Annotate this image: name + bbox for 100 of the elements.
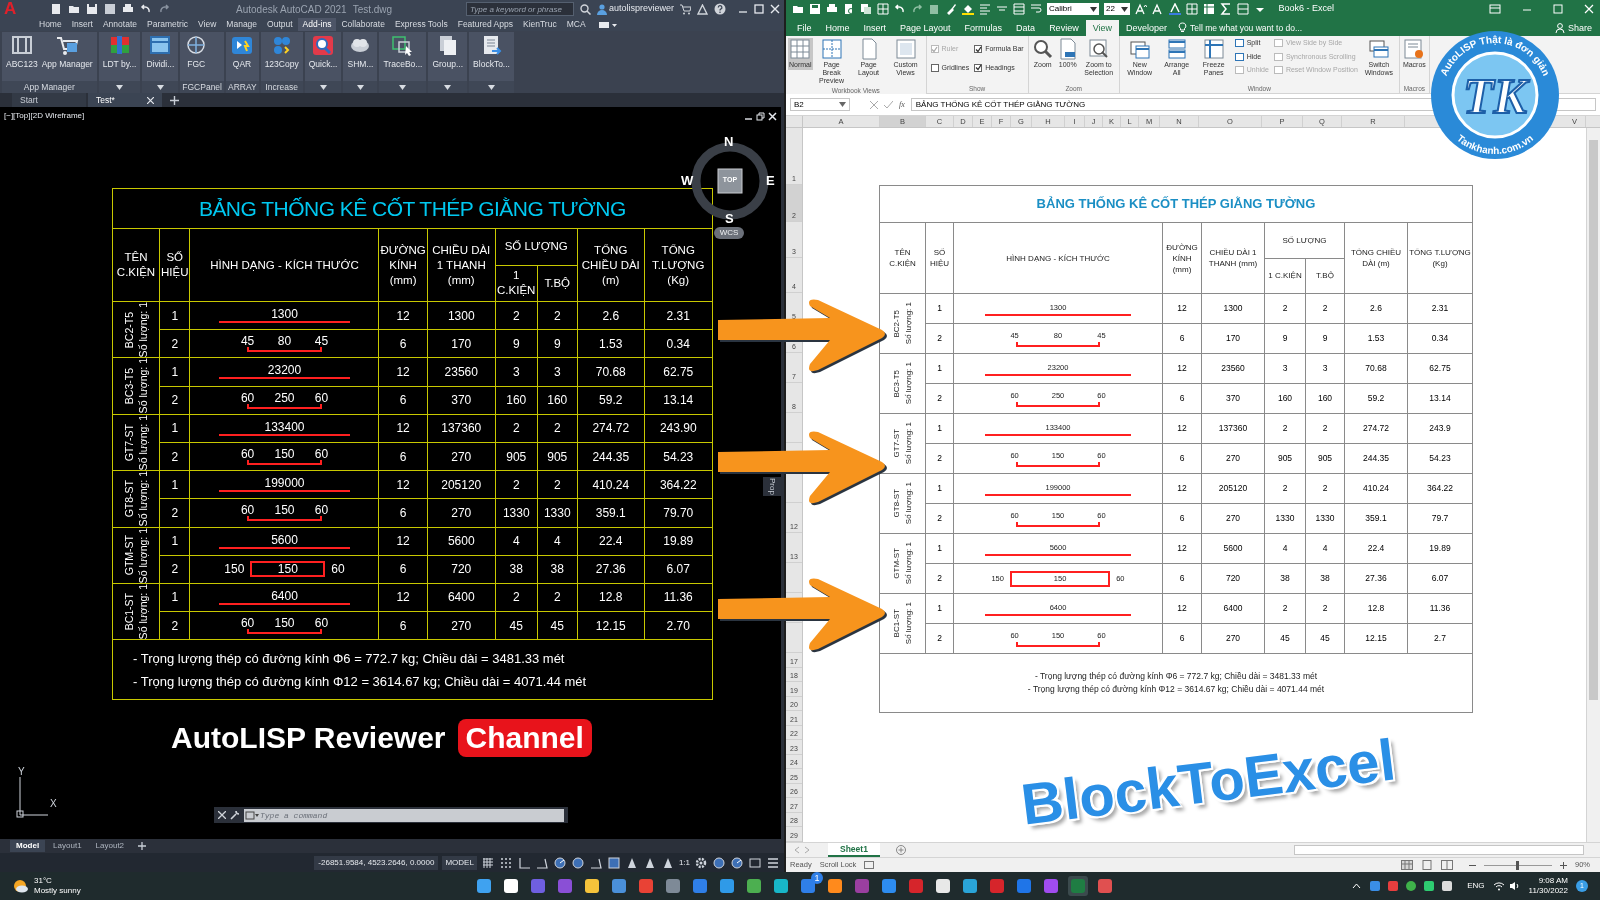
ribbon-tab[interactable]: Review <box>1042 20 1086 36</box>
table-icon[interactable] <box>877 3 889 15</box>
close-icon[interactable] <box>147 96 154 104</box>
ribbon-tab[interactable]: Collaborate <box>336 18 390 31</box>
tell-me-field[interactable]: Tell me what you want to do... <box>1190 20 1302 36</box>
ribbon-tab[interactable]: Manage <box>221 18 263 31</box>
usb-drive-icon[interactable] <box>1441 880 1454 892</box>
open-folder-icon[interactable] <box>792 3 804 15</box>
ribbon-button[interactable]: ABC123 <box>4 34 40 71</box>
save-as-icon[interactable] <box>103 3 116 15</box>
normal-view-icon[interactable] <box>1401 860 1413 870</box>
app-icon[interactable] <box>935 878 951 894</box>
print-icon[interactable] <box>121 3 134 15</box>
ribbon-tab[interactable]: File <box>790 20 819 36</box>
close-icon[interactable] <box>768 111 777 121</box>
redo-icon[interactable] <box>157 3 170 15</box>
insert-function-button[interactable]: fx <box>899 98 905 111</box>
cart-icon[interactable] <box>680 3 691 15</box>
app-icon[interactable] <box>827 878 843 894</box>
wcs-badge[interactable]: WCS <box>714 227 744 239</box>
ribbon-tab[interactable]: Page Layout <box>893 20 958 36</box>
wrench-icon[interactable] <box>230 810 240 820</box>
ribbon-options-icon[interactable] <box>1489 4 1501 14</box>
redo-icon[interactable] <box>911 3 923 15</box>
sheet-tab[interactable]: Sheet1 <box>828 843 880 857</box>
chevron-up-icon[interactable] <box>1352 883 1362 889</box>
ribbon-tab[interactable]: MCA <box>561 18 591 31</box>
properties-tab[interactable]: Prop <box>763 477 781 496</box>
ribbon-tab[interactable]: Home <box>34 18 67 31</box>
fullscreen-icon[interactable] <box>748 855 762 870</box>
font-name-field[interactable]: Calibri <box>1047 3 1099 15</box>
weather-condition[interactable]: Mostly sunny <box>34 886 81 896</box>
save-icon[interactable] <box>85 3 98 15</box>
ribbon-tab[interactable]: Featured Apps <box>452 18 518 31</box>
speaker-icon[interactable] <box>1508 881 1521 891</box>
ribbon-tab[interactable]: Formulas <box>957 20 1010 36</box>
name-box[interactable]: B2 <box>790 98 850 111</box>
document-tab[interactable]: Test* <box>88 93 162 107</box>
search-icon[interactable] <box>579 3 591 15</box>
model-space-button[interactable]: MODEL <box>442 855 477 870</box>
ribbon-tab[interactable]: Output <box>262 18 298 31</box>
close-icon[interactable] <box>218 811 226 819</box>
ribbon-tab[interactable]: Insert <box>66 18 98 31</box>
layout-tab[interactable]: Layout2 <box>89 840 131 852</box>
gear-icon[interactable] <box>694 855 708 870</box>
checkbox[interactable] <box>974 63 983 72</box>
undo-icon[interactable] <box>894 3 906 15</box>
clock-time[interactable]: 9:08 AM <box>1538 876 1568 886</box>
polar-icon[interactable] <box>730 855 744 870</box>
checkbox[interactable] <box>974 45 983 54</box>
zoom-slider-thumb[interactable] <box>1516 860 1520 870</box>
app-icon[interactable] <box>584 878 600 894</box>
ribbon-tab[interactable]: Insert <box>856 20 894 36</box>
bluetooth-icon[interactable] <box>1369 880 1382 892</box>
ribbon-tab[interactable]: Annotate <box>97 18 142 31</box>
app-icon[interactable] <box>1423 880 1436 892</box>
app-icon[interactable] <box>503 878 519 894</box>
help-icon[interactable] <box>714 3 726 15</box>
ribbon-button[interactable]: App Manager <box>39 34 95 71</box>
triangle-icon[interactable] <box>697 3 708 15</box>
vertical-scrollbar[interactable] <box>1586 128 1600 842</box>
save-icon[interactable] <box>809 3 821 15</box>
ribbon-button[interactable]: QAR <box>228 34 256 71</box>
font-color-icon[interactable] <box>1169 3 1181 15</box>
horizontal-scrollbar[interactable] <box>1294 845 1584 855</box>
command-field[interactable]: Type a command <box>260 808 564 822</box>
ribbon-tab[interactable]: Express Tools <box>389 18 453 31</box>
document-tab[interactable]: Start <box>12 93 86 107</box>
fill-color-icon[interactable] <box>962 3 974 15</box>
ribbon-button[interactable]: FGC <box>182 34 211 71</box>
shrink-font-icon[interactable] <box>1152 3 1164 15</box>
open-folder-icon[interactable] <box>67 3 80 15</box>
layout-tab[interactable]: Model <box>10 840 46 852</box>
isolate-icon[interactable] <box>570 855 585 870</box>
ribbon-tab[interactable]: Add-ins <box>297 18 337 31</box>
copy-icon[interactable] <box>860 3 872 15</box>
ribbon-tab[interactable]: View <box>193 18 222 31</box>
wifi-icon[interactable] <box>1492 881 1505 891</box>
ribbon-tab[interactable]: KienTruc <box>518 18 562 31</box>
merge-icon[interactable] <box>1013 3 1025 15</box>
isolate-icon[interactable] <box>712 855 726 870</box>
share-button[interactable]: Share <box>1554 20 1600 36</box>
ribbon-tab[interactable]: Data <box>1009 20 1043 36</box>
ribbon-button[interactable]: 123Copy <box>262 34 301 71</box>
ribbon-tab[interactable]: View <box>1085 20 1119 36</box>
page-break-view-icon[interactable] <box>1441 860 1453 870</box>
ribbon-tab[interactable]: Home <box>818 20 857 36</box>
annotation-scale[interactable]: 1:1 <box>678 856 690 869</box>
language-indicator[interactable]: ENG <box>1467 880 1485 892</box>
new-file-icon[interactable] <box>49 3 62 15</box>
ribbon-tab[interactable]: Parametric <box>142 18 194 31</box>
add-layout-icon[interactable] <box>138 842 147 850</box>
menu-icon[interactable] <box>766 855 780 870</box>
add-sheet-icon[interactable] <box>895 845 906 855</box>
selection-icon[interactable] <box>606 855 621 870</box>
temperature[interactable]: 31°C <box>34 876 81 886</box>
clock-date[interactable]: 11/30/2022 <box>1528 886 1568 896</box>
add-tab-icon[interactable] <box>170 95 179 105</box>
snap-icon[interactable] <box>498 855 513 870</box>
polar-icon[interactable] <box>552 855 567 870</box>
